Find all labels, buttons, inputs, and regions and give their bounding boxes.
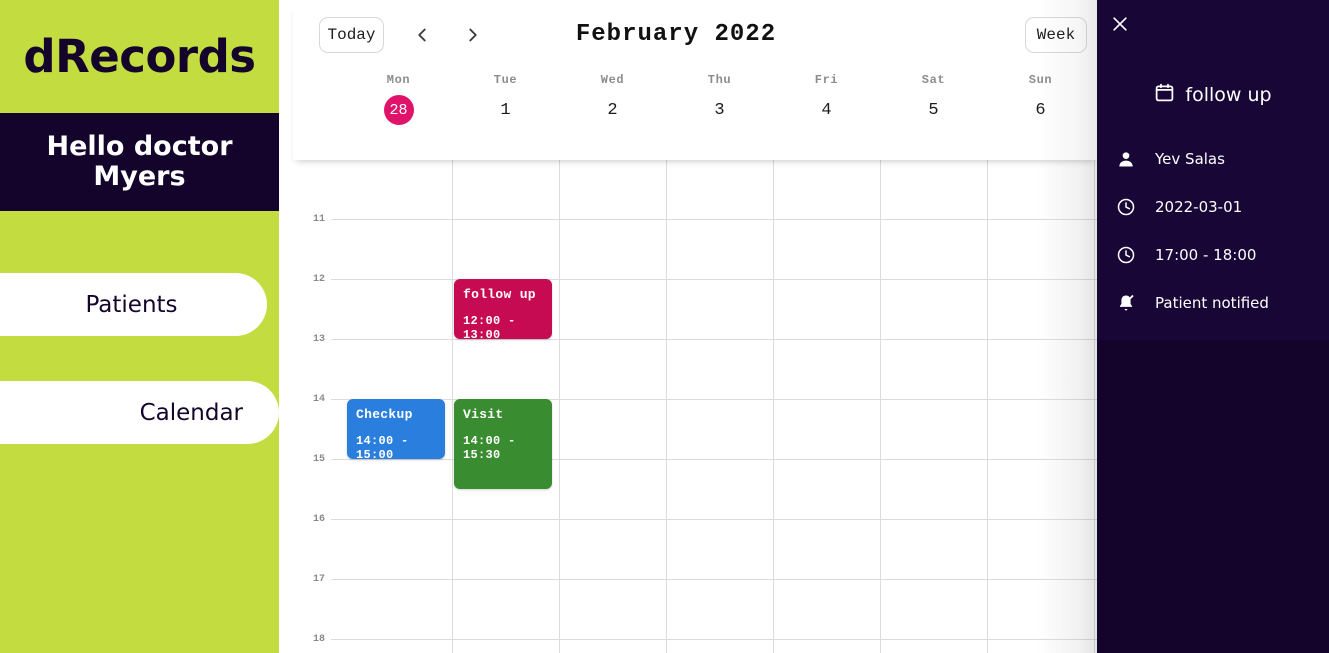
- day-name-label: Wed: [600, 73, 625, 87]
- hour-gridline: [331, 219, 1097, 220]
- day-column-divider: [987, 160, 988, 653]
- day-column-divider: [1094, 160, 1095, 653]
- hour-label: 11: [312, 214, 325, 225]
- day-number[interactable]: 4: [812, 95, 842, 125]
- calendar-title: February 2022: [575, 21, 777, 48]
- hour-gridline: [331, 519, 1097, 520]
- event-detail-title-row: follow up: [1097, 82, 1329, 108]
- event-title: Visit: [463, 407, 504, 422]
- day-number[interactable]: 1: [491, 95, 521, 125]
- bell-edit-icon: [1115, 292, 1137, 314]
- calendar-event[interactable]: follow up 12:00 - 13:00: [454, 279, 552, 339]
- greeting-text: Hello doctor Myers: [46, 130, 233, 192]
- calendar-event[interactable]: Checkup 14:00 - 15:00: [347, 399, 445, 459]
- day-column-divider: [559, 160, 560, 653]
- week-view-button[interactable]: Week: [1025, 17, 1087, 53]
- hour-label: 13: [312, 334, 325, 345]
- hour-gridline: [331, 639, 1097, 640]
- day-name-label: Sat: [921, 73, 946, 87]
- day-name-label: Thu: [707, 73, 732, 87]
- event-detail-title: follow up: [1185, 84, 1272, 106]
- event-detail-panel: follow up Yev Salas 2022-03-01 17:00 - 1…: [1097, 0, 1329, 653]
- day-number[interactable]: 2: [598, 95, 628, 125]
- event-time-range: 17:00 - 18:00: [1155, 246, 1257, 264]
- calendar-grid: 11 12 13 14 15 16 17 18 follow up 12:00 - 13:00 Ch…: [293, 160, 1097, 653]
- day-number[interactable]: 3: [705, 95, 735, 125]
- calendar-view: Today February 2022 Week Mon 28 Tue 1 Wed 2 Th…: [279, 0, 1097, 653]
- calendar-header: Today February 2022 Week Mon 28 Tue 1 Wed 2 Th…: [293, 0, 1097, 160]
- hour-gridline: [331, 579, 1097, 580]
- detail-row-date: 2022-03-01: [1115, 196, 1329, 218]
- calendar-toolbar: Today February 2022 Week: [293, 0, 1097, 68]
- event-date: 2022-03-01: [1155, 198, 1243, 216]
- hour-label: 15: [312, 454, 325, 465]
- day-column-divider: [880, 160, 881, 653]
- day-number-today[interactable]: 28: [383, 95, 414, 125]
- day-column-header-fri[interactable]: Fri 4: [773, 68, 880, 160]
- detail-row-patient: Yev Salas: [1115, 148, 1329, 170]
- day-column-header-tue[interactable]: Tue 1: [452, 68, 559, 160]
- day-number[interactable]: 5: [919, 95, 949, 125]
- day-header-row: Mon 28 Tue 1 Wed 2 Thu 3 Fri 4 Sat 5 Sun 6: [293, 68, 1097, 160]
- day-column-divider: [773, 160, 774, 653]
- detail-row-time: 17:00 - 18:00: [1115, 244, 1329, 266]
- close-icon[interactable]: [1110, 14, 1130, 34]
- day-name-label: Tue: [493, 73, 518, 87]
- hour-label: 16: [312, 514, 325, 525]
- calendar-event[interactable]: Visit 14:00 - 15:30: [454, 399, 552, 489]
- day-column-header-sat[interactable]: Sat 5: [880, 68, 987, 160]
- event-detail-panel-upper: [1097, 0, 1329, 340]
- hour-label: 14: [312, 394, 325, 405]
- detail-row-notification: Patient notified: [1115, 292, 1329, 314]
- day-column-header-mon[interactable]: Mon 28: [345, 68, 452, 160]
- hour-gutter-spacer: [293, 68, 345, 160]
- event-title: follow up: [463, 287, 536, 302]
- patient-name: Yev Salas: [1155, 150, 1225, 168]
- event-time: 12:00 - 13:00: [463, 314, 516, 339]
- person-icon: [1115, 148, 1137, 170]
- hour-label: 17: [312, 574, 325, 585]
- hour-gridline: [331, 339, 1097, 340]
- hour-label: 18: [312, 634, 325, 645]
- day-column-header-sun[interactable]: Sun 6: [987, 68, 1094, 160]
- event-time: 14:00 - 15:00: [356, 434, 409, 459]
- notification-status: Patient notified: [1155, 294, 1269, 312]
- day-column-divider: [452, 160, 453, 653]
- calendar-icon: [1154, 82, 1175, 108]
- day-name-label: Sun: [1028, 73, 1053, 87]
- day-column-header-wed[interactable]: Wed 2: [559, 68, 666, 160]
- greeting-banner: Hello doctor Myers: [0, 113, 279, 211]
- sidebar: dRecords Hello doctor Myers Patients Cal…: [0, 0, 279, 653]
- hour-label: 12: [312, 274, 325, 285]
- day-column-header-thu[interactable]: Thu 3: [666, 68, 773, 160]
- event-time: 14:00 - 15:30: [463, 434, 516, 462]
- hour-gridline: [331, 279, 1097, 280]
- sidebar-item-patients[interactable]: Patients: [0, 273, 267, 336]
- day-name-label: Mon: [386, 73, 411, 87]
- sidebar-item-calendar-label: Calendar: [139, 399, 243, 426]
- hour-gridline: [331, 459, 1097, 460]
- day-column-divider: [666, 160, 667, 653]
- sidebar-item-calendar[interactable]: Calendar: [0, 381, 279, 444]
- day-name-label: Fri: [814, 73, 839, 87]
- app-logo: dRecords: [23, 30, 256, 83]
- hour-gridline: [331, 399, 1097, 400]
- day-number[interactable]: 6: [1026, 95, 1056, 125]
- clock-icon: [1115, 196, 1137, 218]
- clock-icon: [1115, 244, 1137, 266]
- event-title: Checkup: [356, 407, 413, 422]
- sidebar-item-patients-label: Patients: [85, 291, 178, 318]
- app-root: dRecords Hello doctor Myers Patients Cal…: [0, 0, 1329, 653]
